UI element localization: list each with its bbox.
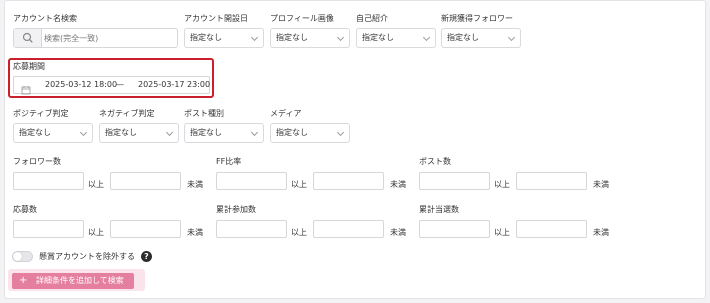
period-range-picker[interactable]: 2025-03-12 18:00 — 2025-03-17 23:00 <box>13 76 211 95</box>
ff-ratio-min-unit: 以上 <box>291 180 307 189</box>
post-type-value: 指定なし <box>190 128 222 137</box>
new-followers-value: 指定なし <box>447 33 479 42</box>
applications-max-unit: 未満 <box>187 228 203 237</box>
negative-label: ネガティブ判定 <box>99 109 155 118</box>
total-wins-label: 累計当選数 <box>419 205 459 214</box>
total-wins-max-unit: 未満 <box>593 228 609 237</box>
followers-max-unit: 未満 <box>187 180 203 189</box>
chevron-down-icon <box>422 33 431 42</box>
exclude-toggle-label: 懸賞アカウントを除外する <box>39 252 135 261</box>
followers-label: フォロワー数 <box>13 157 61 166</box>
calendar-icon <box>21 80 31 95</box>
toggle-knob <box>13 252 22 261</box>
followers-max-input[interactable] <box>110 172 181 190</box>
negative-value: 指定なし <box>105 128 137 137</box>
new-followers-select[interactable]: 指定なし <box>441 28 521 48</box>
post-count-max-unit: 未満 <box>593 180 609 189</box>
chevron-down-icon <box>250 33 259 42</box>
post-type-label: ポスト種別 <box>184 109 224 118</box>
post-count-min-input[interactable] <box>419 172 490 190</box>
profile-image-value: 指定なし <box>276 33 308 42</box>
media-label: メディア <box>270 109 302 118</box>
period-end: 2025-03-17 23:00 <box>138 80 211 89</box>
account-search-input[interactable] <box>44 30 174 46</box>
ff-ratio-max-unit: 未満 <box>390 180 406 189</box>
negative-select[interactable]: 指定なし <box>99 123 179 143</box>
applications-label: 応募数 <box>13 205 37 214</box>
chevron-down-icon <box>507 33 516 42</box>
positive-select[interactable]: 指定なし <box>13 123 93 143</box>
help-icon[interactable]: ? <box>141 251 152 262</box>
chevron-down-icon <box>79 128 88 137</box>
applications-min-input[interactable] <box>13 220 84 238</box>
account-opened-value: 指定なし <box>190 33 222 42</box>
ff-ratio-min-input[interactable] <box>216 172 287 190</box>
media-value: 指定なし <box>276 128 308 137</box>
period-label: 応募期間 <box>13 62 45 71</box>
positive-label: ポジティブ判定 <box>13 109 69 118</box>
followers-min-unit: 以上 <box>88 180 104 189</box>
account-search-field[interactable] <box>13 28 178 48</box>
total-participation-max-input[interactable] <box>313 220 384 238</box>
post-type-select[interactable]: 指定なし <box>184 123 264 143</box>
account-search-label: アカウント名検索 <box>13 14 77 23</box>
total-participation-max-unit: 未満 <box>390 228 406 237</box>
chevron-down-icon <box>250 128 259 137</box>
total-wins-min-input[interactable] <box>419 220 490 238</box>
ff-ratio-label: FF比率 <box>216 157 242 166</box>
chevron-down-icon <box>336 128 345 137</box>
period-start: 2025-03-12 18:00 <box>45 80 118 89</box>
period-separator: — <box>116 80 124 89</box>
account-opened-select[interactable]: 指定なし <box>184 28 264 48</box>
ff-ratio-max-input[interactable] <box>313 172 384 190</box>
plus-icon: + <box>19 275 28 286</box>
profile-image-label: プロフィール画像 <box>270 14 334 23</box>
self-intro-select[interactable]: 指定なし <box>356 28 436 48</box>
post-count-min-unit: 以上 <box>494 180 510 189</box>
post-count-label: ポスト数 <box>419 157 451 166</box>
total-wins-max-input[interactable] <box>516 220 587 238</box>
total-participation-label: 累計参加数 <box>216 205 256 214</box>
total-participation-min-unit: 以上 <box>291 228 307 237</box>
positive-value: 指定なし <box>19 128 51 137</box>
chevron-down-icon <box>165 128 174 137</box>
new-followers-label: 新規獲得フォロワー <box>441 14 513 23</box>
followers-min-input[interactable] <box>13 172 84 190</box>
self-intro-label: 自己紹介 <box>356 14 388 23</box>
total-participation-min-input[interactable] <box>216 220 287 238</box>
applications-min-unit: 以上 <box>88 228 104 237</box>
exclude-toggle[interactable] <box>12 251 33 262</box>
search-icon <box>14 29 42 47</box>
media-select[interactable]: 指定なし <box>270 123 350 143</box>
profile-image-select[interactable]: 指定なし <box>270 28 350 48</box>
add-condition-button-label: 詳細条件を追加して検索 <box>36 276 124 285</box>
post-count-max-input[interactable] <box>516 172 587 190</box>
chevron-down-icon <box>336 33 345 42</box>
account-opened-label: アカウント開設日 <box>184 14 248 23</box>
applications-max-input[interactable] <box>110 220 181 238</box>
self-intro-value: 指定なし <box>362 33 394 42</box>
total-wins-min-unit: 以上 <box>494 228 510 237</box>
add-condition-button[interactable]: + 詳細条件を追加して検索 <box>12 273 134 289</box>
